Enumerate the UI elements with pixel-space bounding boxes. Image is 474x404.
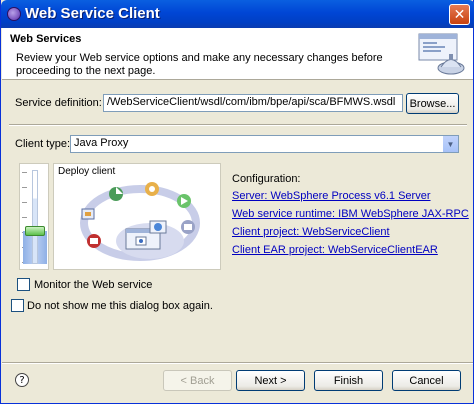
start-icon [177,194,191,208]
config-icon [81,208,95,220]
service-definition-label: Service definition: [15,97,102,109]
service-definition-field[interactable]: /WebServiceClient/wsdl/com/ibm/bpe/api/s… [103,94,403,112]
server-link[interactable]: Server: WebSphere Process v6.1 Server [232,190,431,202]
deploy-cycle-graphic [80,182,200,261]
help-icon[interactable]: ? [15,373,29,387]
deploy-icon [87,234,101,248]
monitor-checkbox-label[interactable]: Monitor the Web service [34,279,152,291]
client-type-value: Java Proxy [74,137,129,149]
title-bar[interactable]: Web Service Client ✕ [1,0,474,28]
runtime-link[interactable]: Web service runtime: IBM WebSphere JAX-R… [232,208,469,220]
dont-show-checkbox-label[interactable]: Do not show me this dialog box again. [27,300,213,312]
window-title: Web Service Client [25,5,160,22]
assemble-icon [145,182,159,196]
dont-show-checkbox[interactable] [11,299,24,312]
cancel-button[interactable]: Cancel [392,370,461,391]
chevron-down-icon[interactable]: ▼ [442,136,458,152]
web-service-wizard-icon [418,33,465,75]
client-type-label: Client type: [15,138,71,150]
slider-tick [22,217,27,218]
diagram-stage-label: Deploy client [58,166,116,177]
dialog-window: Web Service Client ✕ Web Services Review… [0,0,474,404]
next-button[interactable]: Next > [236,370,305,391]
browse-button[interactable]: Browse... [406,93,459,114]
slider-track [32,170,38,264]
page-description: Review your Web service options and make… [16,52,383,77]
slider-tick [22,187,27,188]
client-project-link[interactable]: Client project: WebServiceClient [232,226,390,238]
footer-divider [2,362,473,364]
app-icon [7,7,21,21]
client-type-select[interactable]: Java Proxy ▼ [70,135,459,153]
configuration-heading: Configuration: [232,173,301,185]
develop-icon [109,187,123,201]
deploy-client-diagram: Deploy client [53,163,221,270]
finish-button[interactable]: Finish [314,370,383,391]
test-icon [181,220,195,234]
client-ear-project-link[interactable]: Client EAR project: WebServiceClientEAR [232,244,438,256]
close-icon: ✕ [453,6,466,23]
slider-tick [22,202,27,203]
header-banner: Web Services Review your Web service opt… [2,28,473,80]
back-button[interactable]: < Back [163,370,232,391]
page-title: Web Services [10,33,82,45]
section-divider [9,124,467,126]
close-button[interactable]: ✕ [449,4,470,25]
monitor-checkbox[interactable] [17,278,30,291]
slider-thumb[interactable] [25,226,45,237]
globe-icon [149,220,167,234]
client-level-slider[interactable] [19,163,49,270]
slider-tick [22,172,27,173]
